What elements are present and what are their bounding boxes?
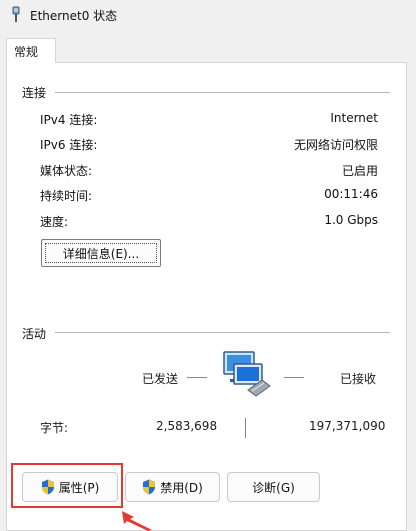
received-label: 已接收	[340, 372, 377, 386]
details-button[interactable]: 详细信息(E)...	[41, 239, 161, 267]
connection-group-divider	[55, 92, 390, 93]
duration-value: 00:11:46	[324, 187, 378, 201]
tab-general-label: 常规	[14, 45, 39, 59]
details-button-focus-rect	[45, 243, 157, 263]
network-computers-icon	[223, 351, 271, 397]
media-state-value: 已启用	[341, 164, 378, 178]
diagnose-button-label: 诊断(G)	[252, 480, 295, 495]
window-title: Ethernet0 状态	[30, 9, 118, 23]
connection-group-label: 连接	[22, 86, 47, 100]
bytes-received-value: 197,371,090	[309, 419, 386, 433]
ipv6-value: 无网络访问权限	[293, 138, 378, 152]
network-adapter-icon	[12, 6, 20, 22]
diagnose-button[interactable]: 诊断(G)	[227, 472, 320, 502]
sent-dash	[187, 377, 207, 378]
bytes-divider	[245, 418, 246, 438]
tab-panel-general	[6, 62, 407, 531]
duration-label: 持续时间:	[40, 189, 93, 203]
speed-value: 1.0 Gbps	[324, 213, 378, 227]
sent-label: 已发送	[142, 372, 179, 386]
received-dash	[284, 377, 304, 378]
activity-group-divider	[55, 332, 390, 333]
uac-shield-icon	[143, 479, 156, 495]
pointer-arrow-icon	[122, 511, 152, 531]
media-state-label: 媒体状态:	[40, 164, 93, 178]
ipv4-label: IPv4 连接:	[40, 113, 98, 127]
bytes-sent-value: 2,583,698	[156, 419, 218, 433]
disable-button[interactable]: 禁用(D)	[125, 472, 220, 502]
ipv4-value: Internet	[330, 111, 378, 125]
speed-label: 速度:	[40, 215, 69, 229]
bytes-label: 字节:	[40, 421, 69, 435]
disable-button-label: 禁用(D)	[160, 480, 203, 495]
properties-highlight-box	[11, 463, 123, 508]
activity-group-label: 活动	[22, 327, 47, 341]
ipv6-label: IPv6 连接:	[40, 138, 98, 152]
